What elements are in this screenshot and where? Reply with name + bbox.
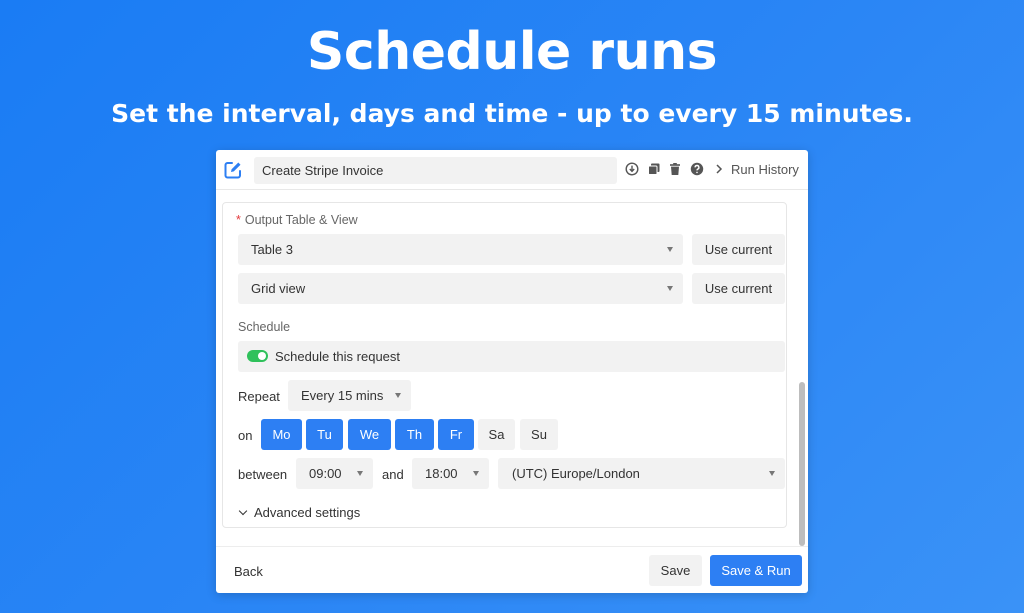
day-toggle-mo[interactable]: Mo: [261, 419, 302, 450]
panel-topbar: Create Stripe Invoice Run History: [216, 150, 808, 190]
table-select[interactable]: Table 3: [238, 234, 683, 265]
day-toggle-sa[interactable]: Sa: [478, 419, 515, 450]
scrollbar[interactable]: [799, 382, 805, 546]
view-select[interactable]: Grid view: [238, 273, 683, 304]
day-toggle-tu[interactable]: Tu: [306, 419, 343, 450]
caret-down-icon: [769, 471, 775, 476]
duplicate-icon[interactable]: [647, 162, 661, 176]
trash-icon[interactable]: [668, 162, 682, 176]
on-label: on: [238, 428, 253, 443]
request-panel: Create Stripe Invoice Run History * Outpu…: [216, 150, 808, 593]
hero-title: Schedule runs: [306, 22, 718, 82]
edit-icon[interactable]: [223, 160, 243, 180]
between-label: between: [238, 467, 288, 482]
save-and-run-button[interactable]: Save & Run: [710, 555, 802, 586]
schedule-label: Schedule: [238, 320, 291, 334]
caret-down-icon: [357, 471, 363, 476]
request-name-field[interactable]: Create Stripe Invoice: [254, 157, 617, 184]
repeat-label: Repeat: [238, 389, 280, 404]
save-button[interactable]: Save: [649, 555, 702, 586]
caret-down-icon: [473, 471, 479, 476]
caret-down-icon: [667, 247, 673, 252]
caret-down-icon: [667, 286, 673, 291]
advanced-settings-toggle[interactable]: Advanced settings: [238, 505, 360, 520]
chevron-right-icon: [716, 164, 723, 174]
day-toggle-we[interactable]: We: [348, 419, 391, 450]
schedule-toggle[interactable]: [247, 350, 268, 362]
required-marker: *: [236, 213, 241, 227]
schedule-toggle-label: Schedule this request: [275, 349, 401, 364]
panel-footer: Back Save Save & Run: [216, 546, 808, 593]
day-toggle-fr[interactable]: Fr: [438, 419, 474, 450]
end-time-select[interactable]: 18:00: [412, 458, 489, 489]
timezone-select[interactable]: (UTC) Europe/London: [498, 458, 785, 489]
hero-subtitle: Set the interval, days and time - up to …: [111, 99, 913, 128]
help-icon[interactable]: [690, 162, 704, 176]
repeat-select[interactable]: Every 15 mins: [288, 380, 411, 411]
day-toggle-th[interactable]: Th: [395, 419, 434, 450]
caret-down-icon: [395, 393, 401, 398]
chevron-down-icon: [238, 506, 248, 516]
use-current-table-button[interactable]: Use current: [692, 234, 785, 265]
schedule-toggle-row[interactable]: Schedule this request: [238, 341, 785, 372]
day-toggle-su[interactable]: Su: [520, 419, 558, 450]
and-label: and: [382, 467, 404, 482]
request-settings-card: * Output Table & View Table 3 Use current…: [222, 202, 787, 528]
output-table-label: * Output Table & View: [236, 213, 358, 227]
use-current-view-button[interactable]: Use current: [692, 273, 785, 304]
run-history-link[interactable]: Run History: [731, 162, 799, 177]
start-time-select[interactable]: 09:00: [296, 458, 373, 489]
back-button[interactable]: Back: [234, 564, 263, 579]
download-icon[interactable]: [625, 162, 639, 176]
